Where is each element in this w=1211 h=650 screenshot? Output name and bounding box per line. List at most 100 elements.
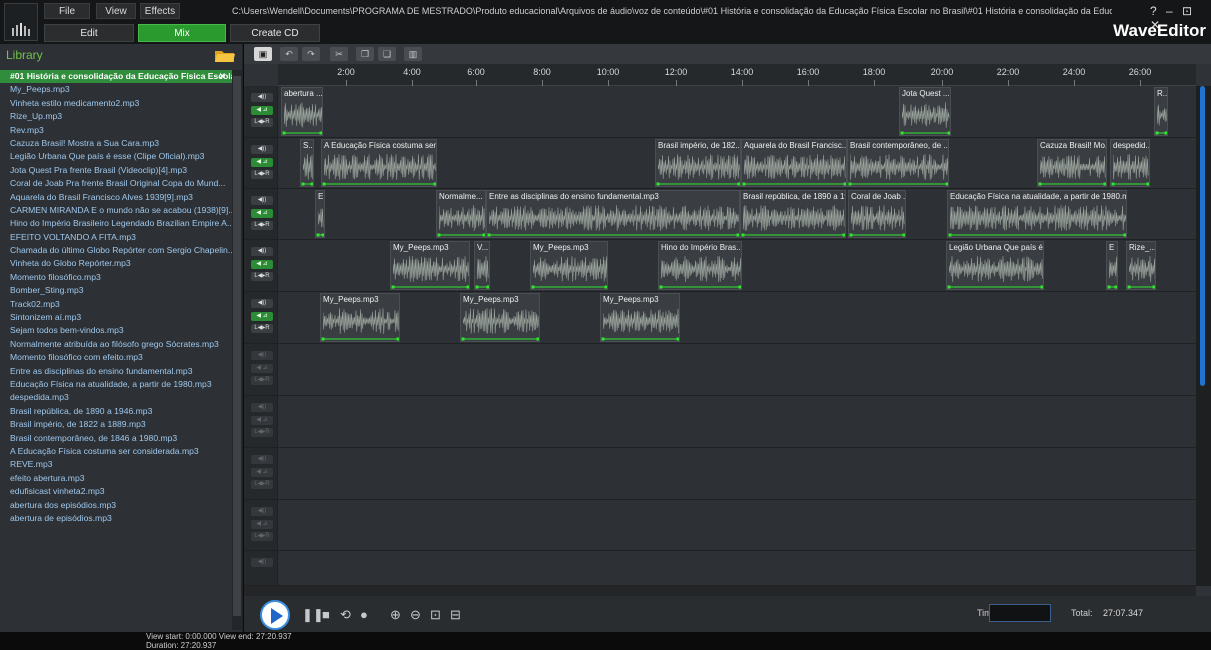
library-item[interactable]: Brasil república, de 1890 a 1946.mp3 bbox=[0, 405, 232, 418]
menu-file[interactable]: File bbox=[44, 3, 90, 19]
volume-envelope[interactable] bbox=[659, 242, 742, 290]
timeline-ruler[interactable]: 2:00 4:00 6:00 8:00 10:00 12:00 14:00 16:00 18:0… bbox=[278, 64, 1196, 86]
volume-envelope[interactable] bbox=[461, 294, 540, 342]
zoom-in-icon[interactable]: ⊕ bbox=[390, 607, 401, 623]
volume-envelope[interactable] bbox=[487, 191, 740, 238]
audio-clip[interactable]: V... bbox=[474, 241, 490, 290]
volume-envelope[interactable] bbox=[531, 242, 608, 290]
library-item[interactable]: Cazuza Brasil! Mostra a Sua Cara.mp3 bbox=[0, 137, 232, 150]
library-item[interactable]: EFEITO VOLTANDO A FITA.mp3 bbox=[0, 231, 232, 244]
pause-icon[interactable]: ❚❚ bbox=[302, 607, 324, 623]
library-item[interactable]: Sintonizem aí.mp3 bbox=[0, 311, 232, 324]
mute-button[interactable]: ◀)) bbox=[251, 403, 273, 412]
library-item[interactable]: abertura de episódios.mp3 bbox=[0, 512, 232, 525]
library-scroll-thumb[interactable] bbox=[233, 76, 241, 616]
pan-envelope-button[interactable]: L◀▸R bbox=[251, 272, 273, 281]
volume-envelope-button[interactable]: ◀ ⊿ bbox=[251, 260, 273, 269]
volume-envelope[interactable] bbox=[948, 191, 1127, 238]
track-lane[interactable]: ◀)) ◀ ⊿ L◀▸R bbox=[244, 344, 1196, 396]
undo-icon[interactable]: ↶ bbox=[280, 47, 298, 61]
volume-envelope[interactable] bbox=[849, 191, 906, 238]
zoom-full-icon[interactable]: ⊟ bbox=[450, 607, 461, 623]
library-item[interactable]: Rev.mp3 bbox=[0, 124, 232, 137]
vertical-scroll-thumb[interactable] bbox=[1200, 86, 1205, 386]
audio-clip[interactable]: Brasil contemporâneo, de ... bbox=[847, 139, 949, 187]
volume-envelope-button[interactable]: ◀ ⊿ bbox=[251, 158, 273, 167]
audio-clip[interactable]: Brasil república, de 1890 a 19... bbox=[740, 190, 846, 238]
library-project-selected[interactable]: #01 História e consolidação da Educação … bbox=[0, 70, 232, 84]
library-item[interactable]: Normalmente atribuída ao filósofo grego … bbox=[0, 338, 232, 351]
track-lane[interactable]: ◀)) ◀ ⊿ L◀▸R bbox=[244, 448, 1196, 500]
mute-button[interactable]: ◀)) bbox=[251, 299, 273, 308]
tab-create-cd[interactable]: Create CD bbox=[230, 24, 320, 42]
mute-button[interactable]: ◀)) bbox=[251, 507, 273, 516]
library-item[interactable]: abertura dos episódios.mp3 bbox=[0, 499, 232, 512]
zoom-out-icon[interactable]: ⊖ bbox=[410, 607, 421, 623]
audio-clip[interactable]: Jota Quest ... bbox=[899, 87, 951, 136]
volume-envelope-button[interactable]: ◀ ⊿ bbox=[251, 364, 273, 373]
volume-envelope-button[interactable]: ◀ ⊿ bbox=[251, 209, 273, 218]
library-scrollbar[interactable] bbox=[232, 70, 242, 630]
audio-clip[interactable]: My_Peeps.mp3 bbox=[600, 293, 680, 342]
mute-button[interactable]: ◀)) bbox=[251, 93, 273, 102]
library-item[interactable]: Bomber_Sting.mp3 bbox=[0, 284, 232, 297]
volume-envelope[interactable] bbox=[437, 191, 486, 238]
volume-envelope[interactable] bbox=[947, 242, 1044, 290]
pan-envelope-button[interactable]: L◀▸R bbox=[251, 221, 273, 230]
library-item[interactable]: Rize_Up.mp3 bbox=[0, 110, 232, 123]
mute-button[interactable]: ◀)) bbox=[251, 145, 273, 154]
audio-clip[interactable]: R... bbox=[1154, 87, 1168, 136]
volume-envelope[interactable] bbox=[900, 88, 951, 136]
menu-effects[interactable]: Effects bbox=[140, 3, 180, 19]
volume-envelope[interactable] bbox=[321, 294, 400, 342]
audio-clip[interactable]: Coral de Joab ... bbox=[848, 190, 906, 238]
library-item[interactable]: Aquarela do Brasil Francisco Alves 1939[… bbox=[0, 191, 232, 204]
library-item[interactable]: Educação Física na atualidade, a partir … bbox=[0, 378, 232, 391]
mute-button[interactable]: ◀)) bbox=[251, 455, 273, 464]
library-item[interactable]: Vinheta estilo medicamento2.mp3 bbox=[0, 97, 232, 110]
audio-clip[interactable]: despedid... bbox=[1110, 139, 1150, 187]
mute-button[interactable]: ◀)) bbox=[251, 196, 273, 205]
volume-envelope[interactable] bbox=[848, 140, 949, 187]
stop-icon[interactable]: ■ bbox=[322, 607, 330, 622]
tracks-vertical-scrollbar[interactable] bbox=[1196, 86, 1211, 586]
library-item[interactable]: CARMEN MIRANDA E o mundo não se acabou (… bbox=[0, 204, 232, 217]
library-item[interactable]: Entre as disciplinas do ensino fundament… bbox=[0, 365, 232, 378]
audio-clip[interactable]: Cazuza Brasil! Mo... bbox=[1037, 139, 1107, 187]
pan-envelope-button[interactable]: L◀▸R bbox=[251, 480, 273, 489]
audio-clip[interactable]: Aquarela do Brasil Francisc... bbox=[741, 139, 847, 187]
track-lane[interactable]: ◀)) ◀ ⊿ L◀▸R bbox=[244, 396, 1196, 448]
library-item[interactable]: edufisicast vinheta2.mp3 bbox=[0, 485, 232, 498]
record-icon[interactable]: ● bbox=[360, 607, 368, 622]
volume-envelope[interactable] bbox=[1111, 140, 1150, 187]
app-logo[interactable] bbox=[4, 3, 38, 41]
audio-clip[interactable]: Brasil império, de 182... bbox=[655, 139, 741, 187]
library-item[interactable]: Brasil império, de 1822 a 1889.mp3 bbox=[0, 418, 232, 431]
volume-envelope[interactable] bbox=[1038, 140, 1107, 187]
library-item[interactable]: Momento filosófico com efeito.mp3 bbox=[0, 351, 232, 364]
library-item[interactable]: Vinheta do Globo Repórter.mp3 bbox=[0, 257, 232, 270]
volume-envelope[interactable] bbox=[601, 294, 680, 342]
audio-clip[interactable]: Rize_... bbox=[1126, 241, 1156, 290]
close-icon[interactable]: ✕ bbox=[219, 70, 226, 83]
library-item[interactable]: despedida.mp3 bbox=[0, 391, 232, 404]
volume-envelope[interactable] bbox=[741, 191, 846, 238]
volume-envelope-button[interactable]: ◀ ⊿ bbox=[251, 106, 273, 115]
pan-envelope-button[interactable]: L◀▸R bbox=[251, 170, 273, 179]
volume-envelope[interactable] bbox=[391, 242, 470, 290]
library-item[interactable]: Momento filosófico.mp3 bbox=[0, 271, 232, 284]
audio-clip[interactable]: Legião Urbana Que país é... bbox=[946, 241, 1044, 290]
audio-clip[interactable]: Educação Física na atualidade, a partir … bbox=[947, 190, 1127, 238]
cut-icon[interactable]: ✂ bbox=[330, 47, 348, 61]
library-item[interactable]: Track02.mp3 bbox=[0, 298, 232, 311]
audio-clip[interactable]: E bbox=[315, 190, 325, 238]
library-item[interactable]: Coral de Joab Pra frente Brasil Original… bbox=[0, 177, 232, 190]
copy-icon[interactable]: ❐ bbox=[356, 47, 374, 61]
zoom-selection-icon[interactable]: ⊡ bbox=[430, 607, 441, 623]
loop-icon[interactable]: ⟲ bbox=[340, 607, 351, 623]
library-item[interactable]: REVE.mp3 bbox=[0, 458, 232, 471]
save-icon[interactable]: ▣ bbox=[254, 47, 272, 61]
pan-envelope-button[interactable]: L◀▸R bbox=[251, 324, 273, 333]
track-lane[interactable]: ◀)) ◀ ⊿ L◀▸R bbox=[244, 500, 1196, 551]
paste-icon[interactable]: ❏ bbox=[378, 47, 396, 61]
